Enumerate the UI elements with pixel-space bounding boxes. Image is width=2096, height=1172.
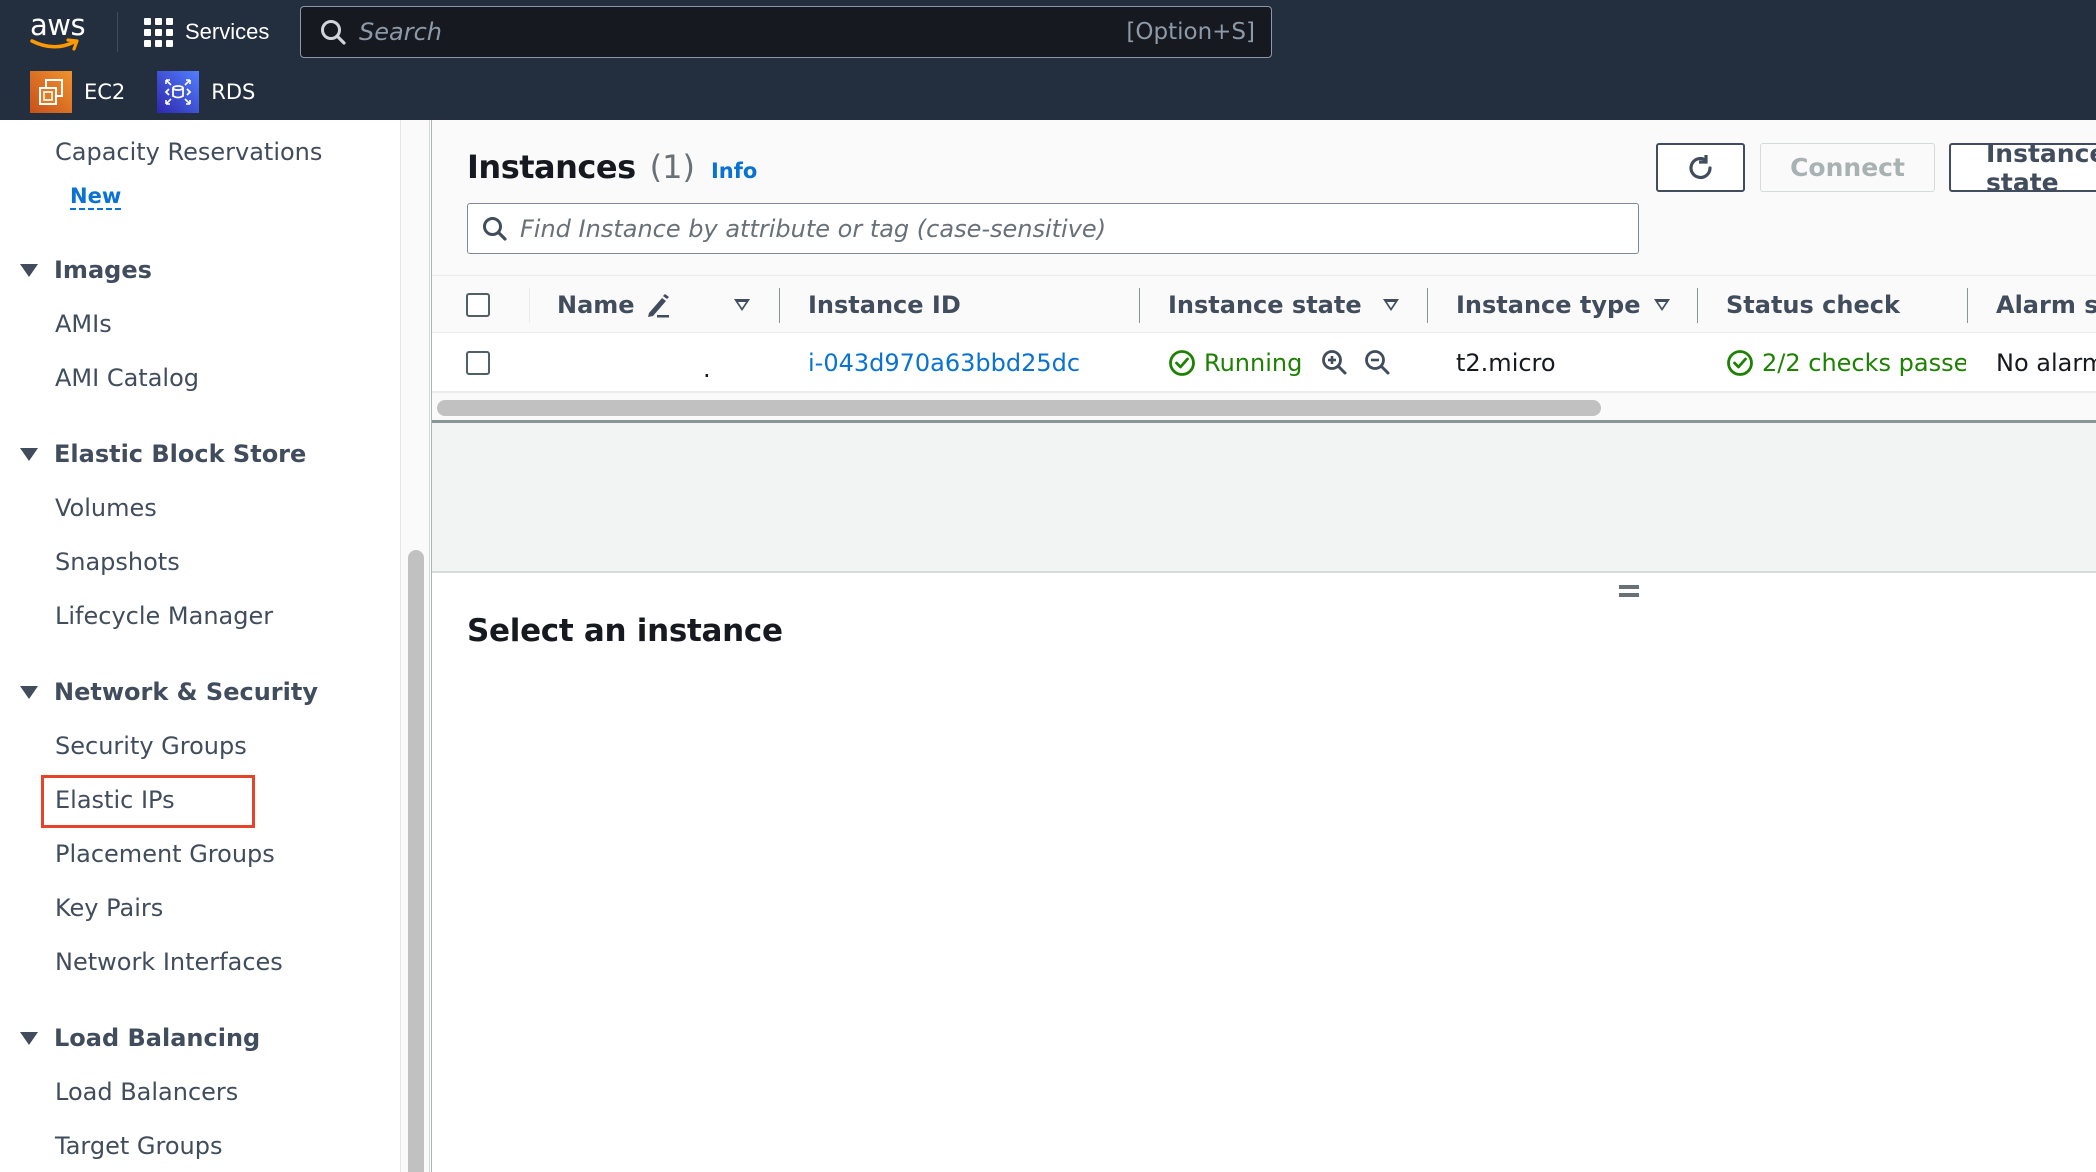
- column-header-status-check[interactable]: Status check: [1726, 276, 1900, 334]
- highlight-annotation-box: [41, 775, 255, 828]
- sidebar-section-load-balancing[interactable]: Load Balancing: [20, 1024, 260, 1052]
- sidebar-item-placement-groups[interactable]: Placement Groups: [55, 840, 275, 868]
- cell-instance-state: Running: [1168, 333, 1393, 393]
- refresh-button[interactable]: [1656, 143, 1745, 192]
- sort-descending-icon: [1654, 299, 1670, 311]
- sidebar-item-security-groups[interactable]: Security Groups: [55, 732, 247, 760]
- main-content: Instances (1) Info Connect Instance stat…: [431, 120, 2096, 1172]
- page-title: Instances: [467, 148, 636, 186]
- status-check-text: 2/2 checks passed: [1762, 349, 1966, 377]
- aws-smile-icon: [30, 38, 79, 51]
- sidebar-item-target-groups[interactable]: Target Groups: [55, 1132, 222, 1160]
- column-divider: [1139, 288, 1140, 323]
- success-check-icon: [1727, 350, 1753, 376]
- instance-filter-input[interactable]: [520, 214, 1638, 243]
- favorite-rds-label: RDS: [211, 80, 256, 104]
- cell-status-check: 2/2 checks passed: [1726, 333, 1966, 393]
- services-menu-button[interactable]: Services: [144, 14, 269, 50]
- details-title: Select an instance: [467, 613, 783, 649]
- new-badge[interactable]: New: [70, 184, 122, 210]
- sidebar-item-lifecycle-manager[interactable]: Lifecycle Manager: [55, 602, 273, 630]
- sidebar-item-ami-catalog[interactable]: AMI Catalog: [55, 364, 199, 392]
- column-divider: [1967, 288, 1968, 323]
- sort-instance-state-button[interactable]: [1383, 276, 1399, 334]
- search-icon: [483, 216, 507, 241]
- sidebar-scrollbar-thumb[interactable]: [408, 550, 424, 1172]
- zoom-out-icon[interactable]: [1363, 348, 1393, 378]
- cell-instance-type: t2.micro: [1456, 349, 1556, 377]
- panel-resize-handle-icon[interactable]: [1619, 585, 1639, 601]
- favorite-rds[interactable]: RDS: [157, 71, 255, 113]
- sidebar-section-network-security[interactable]: Network & Security: [20, 678, 318, 706]
- select-all-checkbox-cell: [466, 276, 490, 334]
- sort-descending-icon: [1383, 299, 1399, 311]
- column-divider: [779, 288, 780, 323]
- column-header-instance-state[interactable]: Instance state: [1168, 276, 1362, 334]
- top-navigation: aws Services [Option+S]: [0, 0, 2096, 120]
- sort-instance-type-button[interactable]: [1654, 276, 1670, 334]
- nav-divider: [117, 12, 118, 52]
- global-search[interactable]: [Option+S]: [300, 6, 1272, 58]
- cell-name: .: [703, 355, 711, 383]
- rds-service-icon: [157, 71, 200, 113]
- instance-state-dropdown[interactable]: Instance state: [1949, 139, 2096, 197]
- column-divider: [529, 288, 530, 323]
- info-link[interactable]: Info: [711, 159, 757, 183]
- sidebar-navigation: Capacity Reservations New Images AMIs AM…: [0, 120, 402, 1172]
- success-check-icon: [1169, 350, 1195, 376]
- cell-instance-id[interactable]: i-043d970a63bbd25dc: [808, 333, 1080, 393]
- sidebar-item-volumes[interactable]: Volumes: [55, 494, 157, 522]
- sidebar-section-images[interactable]: Images: [20, 256, 152, 284]
- aws-logo[interactable]: aws: [30, 10, 88, 52]
- sidebar-section-elastic-block-store[interactable]: Elastic Block Store: [20, 440, 306, 468]
- favorite-ec2[interactable]: EC2: [30, 71, 125, 113]
- select-all-checkbox[interactable]: [466, 293, 490, 317]
- zoom-in-icon[interactable]: [1320, 348, 1350, 378]
- sidebar-item-key-pairs[interactable]: Key Pairs: [55, 894, 163, 922]
- caret-down-icon: [20, 447, 38, 461]
- column-header-instance-type[interactable]: Instance type: [1456, 276, 1641, 334]
- row-select-checkbox[interactable]: [466, 351, 490, 375]
- table-header: Name Instance ID Instance state Instance…: [432, 275, 2096, 333]
- sidebar-item-capacity-reservations[interactable]: Capacity Reservations: [55, 138, 322, 166]
- sort-name-button[interactable]: [734, 276, 750, 334]
- instances-table: Name Instance ID Instance state Instance…: [432, 275, 2096, 423]
- instance-details-panel: Select an instance: [432, 573, 2096, 1172]
- instance-state-text: Running: [1204, 349, 1303, 377]
- global-search-input[interactable]: [359, 18, 1127, 46]
- row-checkbox-cell: [466, 333, 490, 393]
- instance-count: (1): [649, 148, 695, 186]
- table-horizontal-scrollbar-thumb[interactable]: [437, 400, 1601, 416]
- favorites-bar: EC2 RDS: [0, 64, 2096, 120]
- services-label: Services: [185, 19, 270, 44]
- sidebar-item-amis[interactable]: AMIs: [55, 310, 112, 338]
- sidebar-item-network-interfaces[interactable]: Network Interfaces: [55, 948, 283, 976]
- sidebar-item-snapshots[interactable]: Snapshots: [55, 548, 180, 576]
- column-header-instance-id[interactable]: Instance ID: [808, 276, 961, 334]
- caret-down-icon: [20, 263, 38, 277]
- connect-button[interactable]: Connect: [1760, 143, 1935, 192]
- instances-header: Instances (1) Info: [467, 148, 757, 186]
- column-header-alarm-status[interactable]: Alarm status: [1996, 276, 2096, 334]
- column-header-name[interactable]: Name: [557, 276, 673, 334]
- grid-icon: [144, 17, 173, 47]
- table-empty-area: [432, 423, 2096, 573]
- table-row[interactable]: . i-043d970a63bbd25dc Running t2.micro 2…: [432, 333, 2096, 393]
- search-icon: [321, 20, 346, 45]
- column-divider: [1427, 288, 1428, 323]
- sort-descending-icon: [734, 299, 750, 311]
- cell-alarm-status: No alarms: [1996, 349, 2096, 377]
- refresh-icon: [1688, 154, 1712, 179]
- column-divider: [1697, 288, 1698, 323]
- edit-pencil-icon: [647, 294, 669, 318]
- instance-filter[interactable]: [467, 203, 1639, 254]
- favorite-ec2-label: EC2: [84, 80, 126, 104]
- ec2-service-icon: [30, 71, 72, 113]
- sidebar-item-load-balancers[interactable]: Load Balancers: [55, 1078, 238, 1106]
- caret-down-icon: [20, 685, 38, 699]
- search-shortcut-hint: [Option+S]: [1126, 19, 1255, 45]
- caret-down-icon: [20, 1031, 38, 1045]
